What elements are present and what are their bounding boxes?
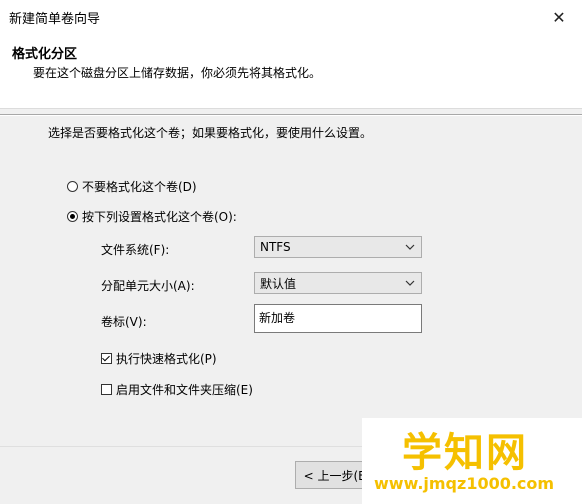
compression-label: 启用文件和文件夹压缩(E) (116, 383, 253, 397)
quick-format-label: 执行快速格式化(P) (116, 352, 217, 366)
watermark: 学知网 www.jmqz1000.com (362, 418, 582, 504)
page-subtitle: 要在这个磁盘分区上储存数据，你必须先将其格式化。 (33, 66, 322, 80)
page-title: 格式化分区 (12, 47, 78, 62)
close-icon: ✕ (552, 7, 566, 27)
no-format-radio[interactable] (67, 181, 78, 192)
format-question: 选择是否要格式化这个卷；如果要格式化，要使用什么设置。 (48, 126, 373, 140)
no-format-option[interactable]: 不要格式化这个卷(D) (67, 178, 197, 195)
format-label: 按下列设置格式化这个卷(O): (82, 210, 237, 224)
filesystem-select[interactable]: NTFS (254, 236, 422, 258)
filesystem-label: 文件系统(F): (101, 243, 170, 257)
format-option[interactable]: 按下列设置格式化这个卷(O): (67, 208, 237, 225)
close-button[interactable]: ✕ (536, 0, 582, 34)
filesystem-value: NTFS (260, 240, 291, 254)
window-title: 新建简单卷向导 (9, 12, 101, 27)
alloc-size-label: 分配单元大小(A): (101, 279, 195, 293)
watermark-url: www.jmqz1000.com (374, 474, 555, 493)
compression-checkbox[interactable] (101, 384, 112, 395)
compression-option[interactable]: 启用文件和文件夹压缩(E) (101, 381, 253, 398)
volume-label-label: 卷标(V): (101, 315, 147, 329)
format-radio[interactable] (67, 211, 78, 222)
chevron-down-icon (399, 273, 421, 293)
no-format-label: 不要格式化这个卷(D) (82, 180, 197, 194)
quick-format-option[interactable]: 执行快速格式化(P) (101, 350, 217, 367)
volume-label-input[interactable]: 新加卷 (254, 304, 422, 333)
alloc-size-value: 默认值 (260, 276, 297, 291)
title-bar: 新建简单卷向导 ✕ (0, 0, 582, 34)
chevron-down-icon (399, 237, 421, 257)
header-divider-highlight (0, 115, 582, 116)
alloc-size-select[interactable]: 默认值 (254, 272, 422, 294)
wizard-header: 格式化分区 要在这个磁盘分区上储存数据，你必须先将其格式化。 (0, 34, 582, 109)
watermark-logo: 学知网 (402, 430, 528, 476)
quick-format-checkbox[interactable] (101, 353, 112, 364)
